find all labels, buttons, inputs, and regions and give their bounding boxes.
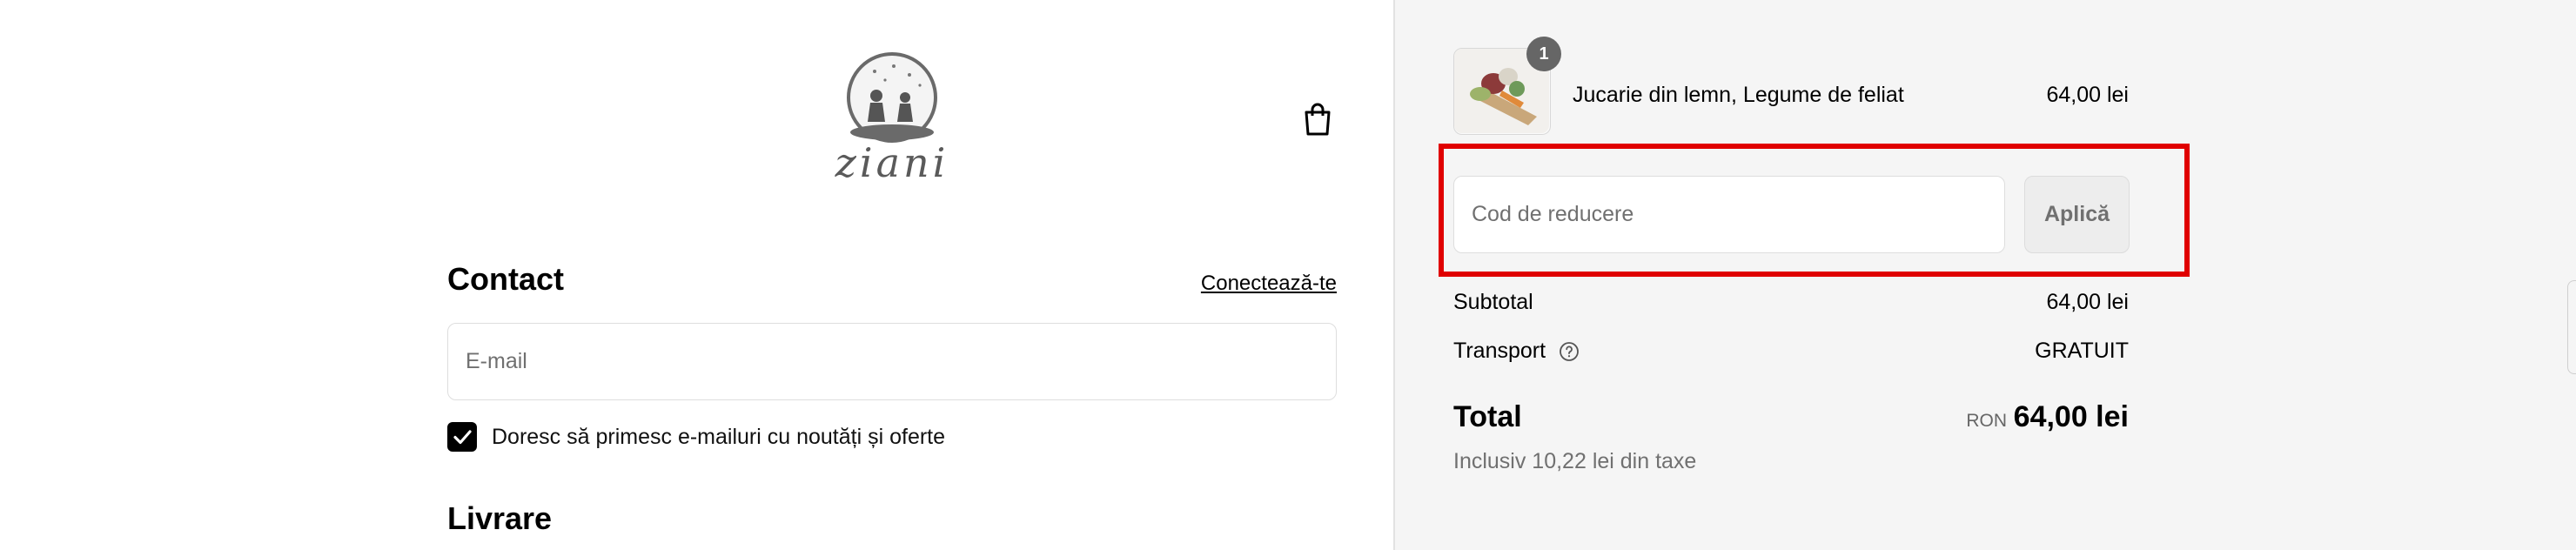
subtotal-label: Subtotal: [1453, 290, 1533, 314]
tax-note: Inclusiv 10,22 lei din taxe: [1453, 449, 1697, 473]
shopping-bag-icon[interactable]: [1300, 101, 1335, 138]
currency-code: RON: [1966, 411, 2007, 431]
quantity-badge: 1: [1526, 37, 1561, 71]
transport-value: GRATUIT: [2035, 339, 2129, 363]
newsletter-checkbox[interactable]: [447, 422, 477, 452]
ziani-logo-icon[interactable]: ziani: [822, 52, 970, 186]
checkout-form-panel: ziani Contact Conectează-te Doresc să pr…: [0, 0, 1393, 550]
discount-code-input[interactable]: [1453, 176, 2005, 253]
transport-row: Transport: [1453, 339, 1580, 364]
transport-label: Transport: [1453, 339, 1546, 363]
total-value: 64,00 lei: [2013, 400, 2129, 433]
side-panel-tab[interactable]: [2567, 280, 2576, 374]
product-name: Jucarie din lemn, Legume de feliat: [1573, 83, 1904, 107]
subtotal-value: 64,00 lei: [2046, 290, 2129, 314]
login-link[interactable]: Conectează-te: [1201, 272, 1337, 296]
email-field[interactable]: [447, 323, 1337, 400]
apply-discount-button[interactable]: Aplică: [2024, 176, 2130, 253]
total-label: Total: [1453, 400, 1522, 433]
contact-heading: Contact: [447, 261, 564, 297]
brand-name: ziani: [835, 139, 949, 186]
product-thumbnail: 1: [1453, 37, 1561, 135]
help-icon[interactable]: [1559, 341, 1580, 362]
shipping-heading: Livrare: [447, 500, 553, 536]
product-price: 64,00 lei: [2046, 83, 2129, 107]
checkmark-icon: [453, 430, 472, 445]
newsletter-label[interactable]: Doresc să primesc e-mailuri cu noutăți ș…: [492, 425, 945, 450]
